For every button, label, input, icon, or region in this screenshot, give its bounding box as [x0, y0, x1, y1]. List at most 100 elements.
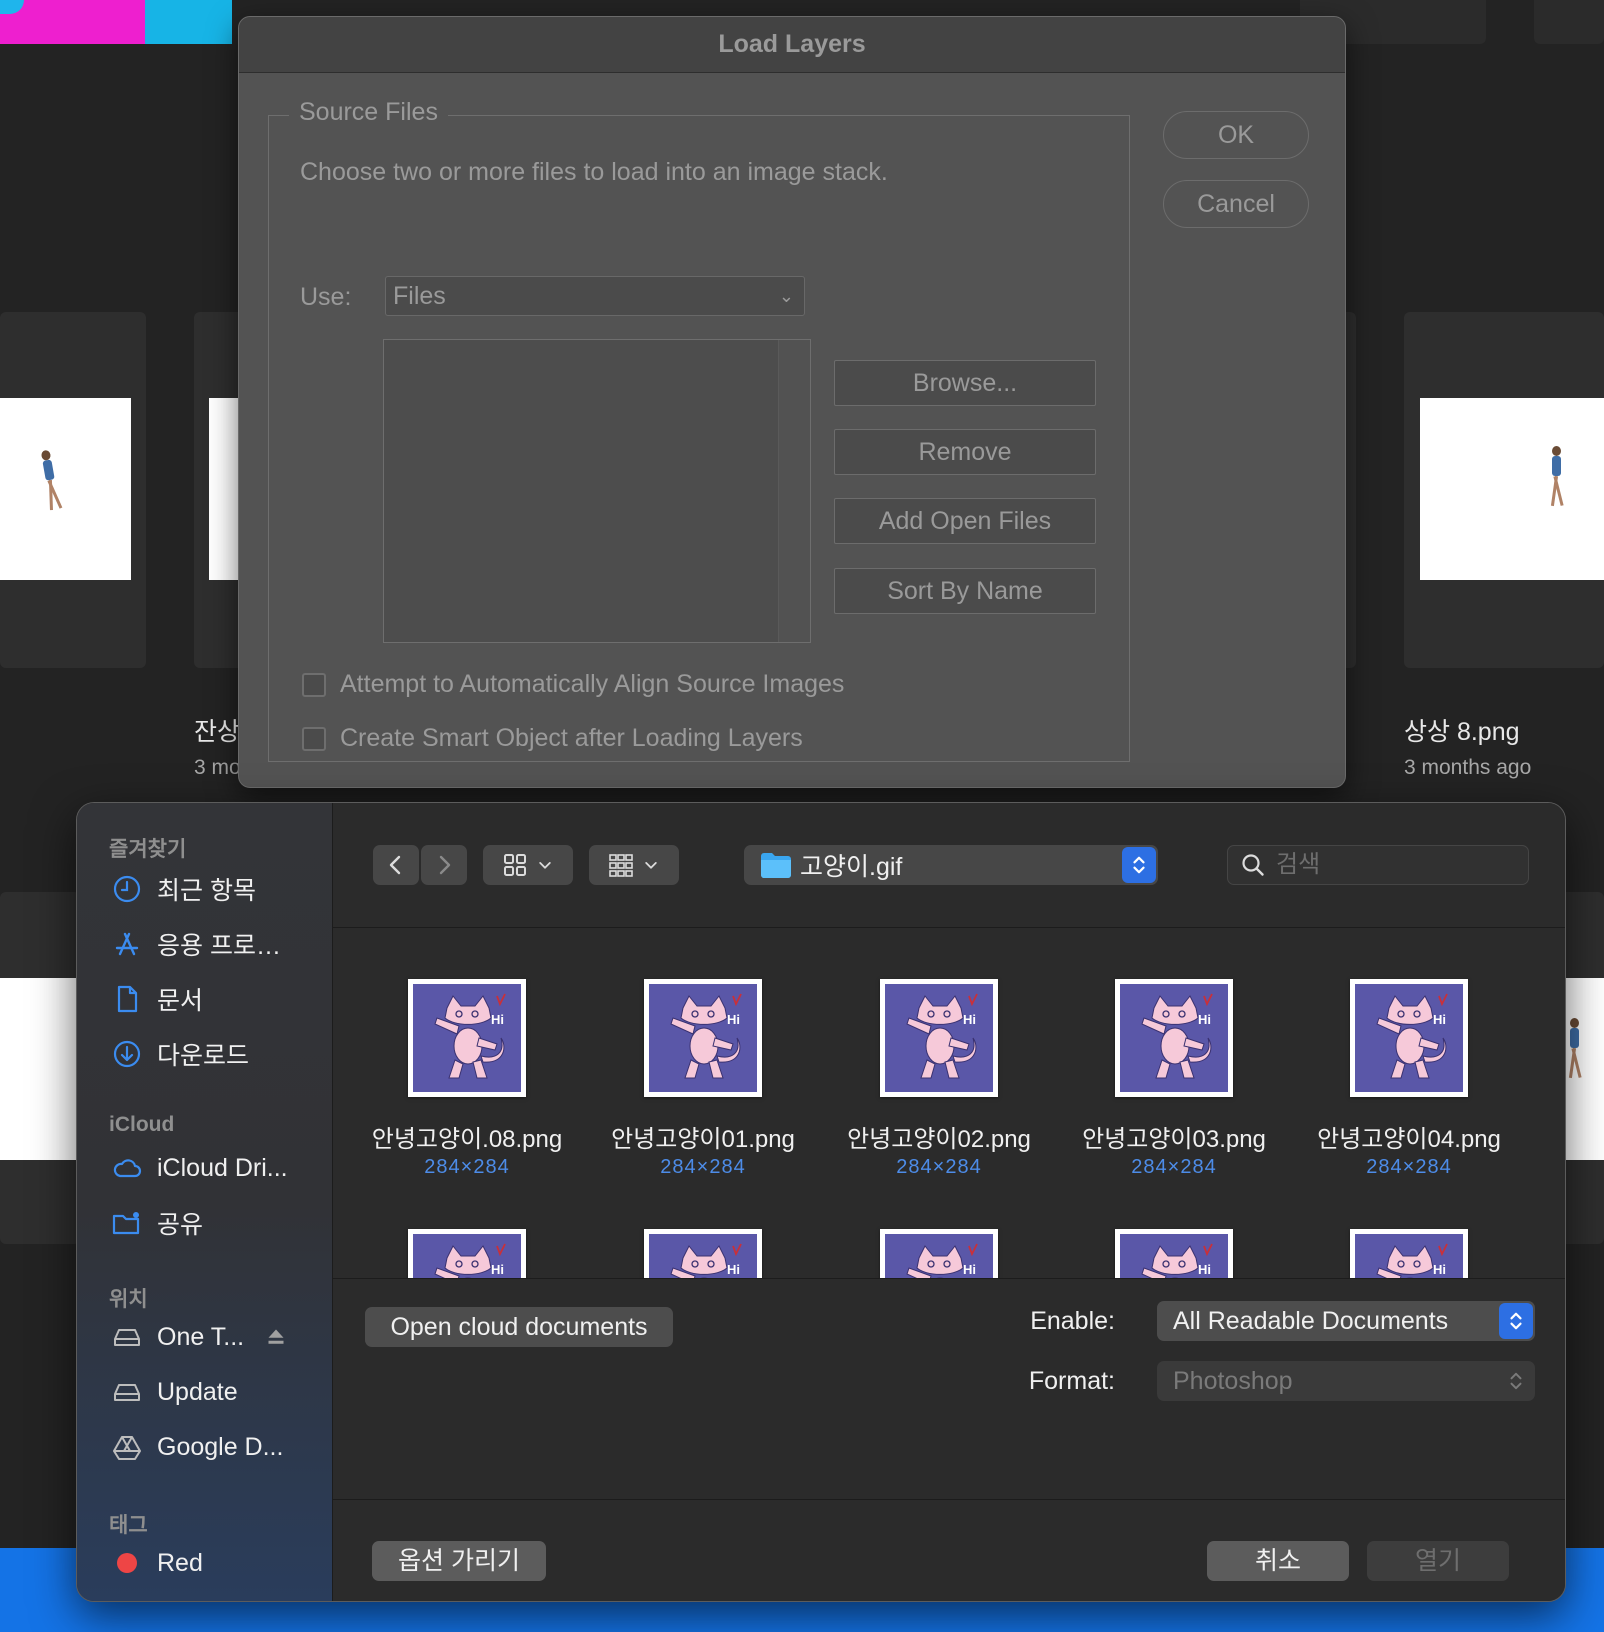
- svg-text:Hi: Hi: [1433, 1012, 1446, 1027]
- view-mode-button[interactable]: [483, 845, 573, 885]
- file-thumbnail[interactable]: Hi: [1350, 1229, 1468, 1278]
- recent-file-card[interactable]: [0, 312, 146, 668]
- use-dropdown[interactable]: Files ⌄: [385, 276, 805, 316]
- group-button[interactable]: [589, 845, 679, 885]
- recent-file-card[interactable]: [194, 312, 244, 668]
- sidebar-item-label: 응용 프로…: [157, 932, 281, 960]
- cat-thumbnail-image: Hi: [649, 1234, 757, 1278]
- recent-file-date: 3 months ago: [1404, 756, 1532, 779]
- svg-text:Hi: Hi: [491, 1262, 504, 1277]
- chevron-left-icon: [389, 855, 401, 875]
- cancel-button[interactable]: 취소: [1207, 1541, 1349, 1581]
- finder-sidebar: 즐겨찾기 최근 항목 응용 프로… 문서 다운로드 iCloud iCloud …: [77, 803, 333, 1601]
- sidebar-item-label: 최근 항목: [157, 877, 256, 905]
- file-item[interactable]: Hi 안녕고양이.08.png 284×284: [349, 979, 585, 1179]
- sidebar-item-tag-red[interactable]: Red: [111, 1543, 203, 1583]
- hide-options-button[interactable]: 옵션 가리기: [372, 1541, 546, 1581]
- remove-button[interactable]: Remove: [834, 429, 1096, 475]
- file-item[interactable]: Hi: [585, 1229, 821, 1278]
- sidebar-item-google-drive[interactable]: Google D...: [111, 1427, 283, 1467]
- google-drive-icon: [113, 1436, 141, 1460]
- source-files-group: Source Files Choose two or more files to…: [268, 98, 1130, 762]
- file-name: 안녕고양이02.png: [847, 1126, 1031, 1153]
- file-thumbnail[interactable]: Hi: [880, 979, 998, 1097]
- open-cloud-documents-button[interactable]: Open cloud documents: [365, 1307, 673, 1347]
- sort-by-name-button[interactable]: Sort By Name: [834, 568, 1096, 614]
- file-thumbnail[interactable]: Hi: [1350, 979, 1468, 1097]
- file-name: 안녕고양이.08.png: [371, 1126, 563, 1153]
- file-thumbnail[interactable]: Hi: [1115, 1229, 1233, 1278]
- smart-object-checkbox[interactable]: Create Smart Object after Loading Layers: [302, 724, 803, 753]
- file-thumbnail[interactable]: Hi: [880, 1229, 998, 1278]
- file-name: 안녕고양이01.png: [611, 1126, 795, 1153]
- cat-thumbnail-image: Hi: [1355, 1234, 1463, 1278]
- file-thumbnail[interactable]: Hi: [644, 979, 762, 1097]
- file-thumbnail[interactable]: Hi: [644, 1229, 762, 1278]
- svg-text:Hi: Hi: [727, 1262, 740, 1277]
- search-input[interactable]: [1276, 851, 1516, 879]
- red-tag-dot: [117, 1553, 137, 1573]
- open-file-panel: 즐겨찾기 최근 항목 응용 프로… 문서 다운로드 iCloud iCloud …: [76, 802, 1566, 1602]
- sidebar-item-label: Red: [157, 1548, 203, 1577]
- sidebar-item-label: 문서: [157, 987, 204, 1015]
- folder-icon: [761, 853, 791, 878]
- file-item[interactable]: Hi: [1291, 1229, 1527, 1278]
- checkbox-box[interactable]: [302, 672, 326, 697]
- sidebar-item-shared[interactable]: 공유: [111, 1203, 203, 1243]
- sidebar-item-recents[interactable]: 최근 항목: [111, 869, 256, 909]
- recent-file-card[interactable]: [1404, 312, 1604, 668]
- footer-divider: [333, 1499, 1565, 1500]
- recent-file-thumbnail: [0, 398, 131, 580]
- checkbox-box[interactable]: [302, 726, 326, 751]
- sidebar-item-label: 공유: [157, 1211, 204, 1239]
- file-grid: Hi 안녕고양이.08.png 284×284 Hi 안녕고양이01.png 2…: [333, 929, 1565, 1279]
- up-down-chevron-icon: [1499, 1303, 1533, 1339]
- file-thumbnail[interactable]: Hi: [1115, 979, 1233, 1097]
- tags-header: 태그: [109, 1514, 148, 1537]
- browse-button[interactable]: Browse...: [834, 360, 1096, 406]
- sidebar-item-update[interactable]: Update: [111, 1372, 238, 1412]
- file-item[interactable]: Hi: [821, 1229, 1057, 1278]
- ok-button[interactable]: OK: [1163, 111, 1309, 159]
- back-button[interactable]: [373, 845, 419, 885]
- align-images-checkbox[interactable]: Attempt to Automatically Align Source Im…: [302, 670, 844, 699]
- file-item[interactable]: Hi 안녕고양이01.png 284×284: [585, 979, 821, 1179]
- file-item[interactable]: Hi: [1056, 1229, 1292, 1278]
- enable-popup[interactable]: All Readable Documents: [1157, 1301, 1535, 1341]
- search-field[interactable]: [1227, 845, 1529, 885]
- favorites-header: 즐겨찾기: [109, 838, 187, 861]
- add-open-files-button[interactable]: Add Open Files: [834, 498, 1096, 544]
- background-strip: [1534, 0, 1604, 44]
- search-icon: [1242, 854, 1264, 876]
- file-item[interactable]: Hi 안녕고양이04.png 284×284: [1291, 979, 1527, 1179]
- file-item[interactable]: Hi 안녕고양이02.png 284×284: [821, 979, 1057, 1179]
- file-thumbnail[interactable]: Hi: [408, 1229, 526, 1278]
- sidebar-item-applications[interactable]: 응용 프로…: [111, 924, 281, 964]
- source-files-label: Source Files: [289, 98, 448, 127]
- file-item[interactable]: Hi: [349, 1229, 585, 1278]
- svg-text:Hi: Hi: [963, 1012, 976, 1027]
- forward-button[interactable]: [421, 845, 467, 885]
- file-item[interactable]: Hi 안녕고양이03.png 284×284: [1056, 979, 1292, 1179]
- file-thumbnail[interactable]: Hi: [408, 979, 526, 1097]
- cancel-button[interactable]: Cancel: [1163, 180, 1309, 228]
- open-button[interactable]: 열기: [1367, 1541, 1509, 1581]
- sidebar-item-documents[interactable]: 문서: [111, 979, 203, 1019]
- cat-thumbnail-image: Hi: [1355, 984, 1463, 1092]
- cat-thumbnail-image: Hi: [1120, 984, 1228, 1092]
- sidebar-item-downloads[interactable]: 다운로드: [111, 1034, 249, 1074]
- eject-icon[interactable]: [264, 1325, 288, 1349]
- current-folder-popup[interactable]: 고양이.gif: [744, 845, 1158, 885]
- sidebar-item-one-touch[interactable]: One T...: [111, 1317, 288, 1357]
- icloud-header: iCloud: [109, 1113, 175, 1136]
- enable-label: Enable:: [1030, 1307, 1115, 1335]
- clock-icon: [113, 875, 141, 903]
- background-artwork: [0, 0, 232, 44]
- recent-file-name: 상상 8.png: [1404, 718, 1520, 746]
- chevron-down-icon: ⌄: [778, 286, 794, 306]
- sidebar-item-icloud-drive[interactable]: iCloud Dri...: [111, 1148, 288, 1188]
- file-list-scrollbar[interactable]: [778, 340, 810, 642]
- format-popup[interactable]: Photoshop: [1157, 1361, 1535, 1401]
- recent-file-card[interactable]: [0, 892, 80, 1244]
- source-file-list[interactable]: [383, 339, 811, 643]
